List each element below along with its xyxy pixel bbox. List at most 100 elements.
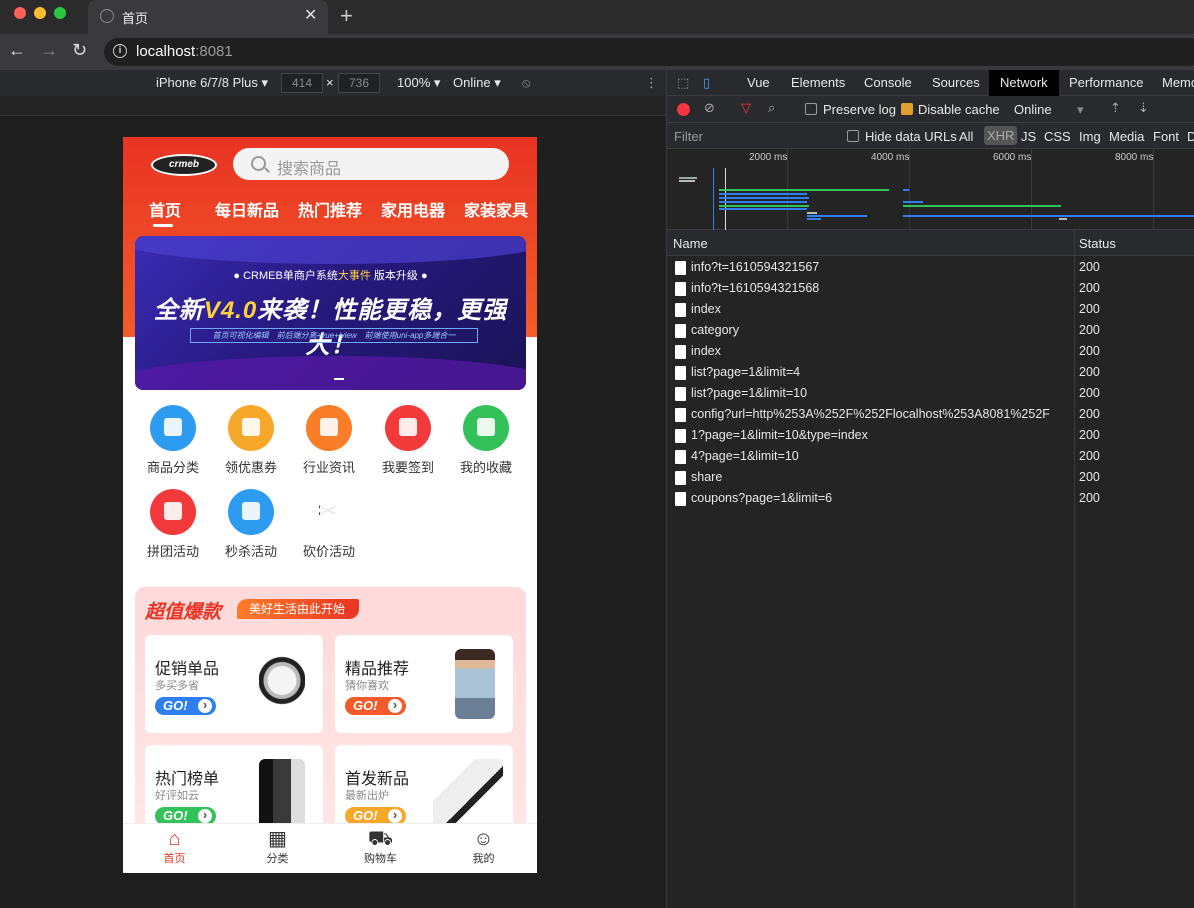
filter-input[interactable]: Filter <box>674 129 834 147</box>
tab-vue[interactable]: Vue <box>747 75 770 90</box>
tab-console[interactable]: Console <box>864 75 912 90</box>
network-timeline[interactable]: 2000 ms 4000 ms 6000 ms 8000 ms <box>667 149 1194 230</box>
card-subtitle: 猜你喜欢 <box>345 680 389 692</box>
filter-icon[interactable]: ▽ <box>741 100 751 116</box>
preserve-log-checkbox[interactable] <box>805 103 817 115</box>
table-row[interactable]: index 200 <box>667 341 1194 362</box>
column-status-header[interactable]: Status <box>1079 236 1116 251</box>
export-icon[interactable]: ⇣ <box>1138 100 1149 116</box>
maximize-window-button[interactable] <box>54 7 66 19</box>
table-row[interactable]: share 200 <box>667 467 1194 488</box>
tab-memory[interactable]: Memo <box>1162 75 1194 90</box>
banner-indicator <box>334 378 344 380</box>
type-all[interactable]: All <box>959 129 973 144</box>
table-row[interactable]: list?page=1&limit=10 200 <box>667 383 1194 404</box>
device-select[interactable]: iPhone 6/7/8 Plus ▾ <box>156 75 268 91</box>
more-options-icon[interactable]: ⋮ <box>645 75 658 91</box>
height-input[interactable]: 736 <box>338 73 380 93</box>
nav-tab-furniture[interactable]: 家装家具 <box>464 197 528 221</box>
record-icon[interactable] <box>677 103 690 116</box>
table-row[interactable]: index 200 <box>667 299 1194 320</box>
network-throttle-select[interactable]: Online ▾ <box>453 75 501 91</box>
tabbar-cart[interactable]: ⛟ 购物车 <box>329 824 432 866</box>
menu-coupons[interactable]: 领优惠券 <box>216 405 286 476</box>
device-toggle-icon[interactable]: ▯ <box>703 75 710 91</box>
promo-title: 超值爆款 <box>145 602 222 623</box>
type-doc[interactable]: D <box>1187 129 1194 144</box>
banner[interactable]: ● CRMEB单商户系统大事件 版本升级 ● 全新V4.0来袭！性能更稳，更强大… <box>135 236 526 390</box>
menu-category[interactable]: 商品分类 <box>138 405 208 476</box>
disable-cache-checkbox[interactable] <box>901 103 913 115</box>
new-tab-button[interactable]: + <box>340 3 353 29</box>
table-row[interactable]: 1?page=1&limit=10&type=index 200 <box>667 425 1194 446</box>
menu-group-buy[interactable]: 拼团活动 <box>138 489 208 560</box>
user-icon: ☺ <box>473 828 494 850</box>
zoom-select[interactable]: 100% ▾ <box>397 75 440 91</box>
nav-tab-appliances[interactable]: 家用电器 <box>381 197 445 221</box>
inspect-icon[interactable]: ⬚ <box>677 75 689 91</box>
width-input[interactable]: 414 <box>281 73 323 93</box>
menu-bargain[interactable]: ✂ 砍价活动 <box>294 489 364 560</box>
throttle-select[interactable]: Online <box>1014 102 1052 117</box>
nav-tab-hot[interactable]: 热门推荐 <box>298 197 362 221</box>
coupon-icon <box>228 405 274 451</box>
table-row[interactable]: coupons?page=1&limit=6 200 <box>667 488 1194 509</box>
tabbar-home[interactable]: ⌂ 首页 <box>123 824 226 866</box>
type-media[interactable]: Media <box>1109 129 1144 144</box>
browser-tab[interactable]: 首页 ✕ <box>88 0 328 34</box>
column-name-header[interactable]: Name <box>673 236 708 251</box>
table-row[interactable]: config?url=http%253A%252F%252Flocalhost%… <box>667 404 1194 425</box>
close-window-button[interactable] <box>14 7 26 19</box>
promo-card-recommend[interactable]: 精品推荐 猜你喜欢 GO! <box>335 635 513 733</box>
request-status: 200 <box>1079 260 1100 274</box>
hide-data-urls-checkbox[interactable] <box>847 130 859 142</box>
nav-tab-new[interactable]: 每日新品 <box>215 197 279 221</box>
tab-elements[interactable]: Elements <box>791 75 845 90</box>
document-icon <box>675 282 686 296</box>
globe-icon <box>100 9 114 23</box>
type-font[interactable]: Font <box>1153 129 1179 144</box>
info-icon[interactable]: i <box>113 44 127 58</box>
url-input[interactable]: i localhost:8081 <box>104 38 1194 66</box>
tabbar-label: 购物车 <box>364 853 397 865</box>
menu-favorites[interactable]: 我的收藏 <box>451 405 521 476</box>
rotate-icon[interactable]: ⦸ <box>522 75 530 91</box>
tab-network[interactable]: Network <box>1000 75 1048 90</box>
nav-tab-home[interactable]: 首页 <box>149 197 181 221</box>
type-css[interactable]: CSS <box>1044 129 1071 144</box>
tab-performance[interactable]: Performance <box>1069 75 1143 90</box>
forward-button[interactable]: → <box>40 40 58 61</box>
back-button[interactable]: ← <box>8 40 26 61</box>
go-button[interactable]: GO! <box>345 697 406 715</box>
minimize-window-button[interactable] <box>34 7 46 19</box>
menu-signin[interactable]: 我要签到 <box>373 405 443 476</box>
request-status: 200 <box>1079 344 1100 358</box>
reload-button[interactable]: ↻ <box>72 40 87 61</box>
menu-flash-sale[interactable]: 秒杀活动 <box>216 489 286 560</box>
type-img[interactable]: Img <box>1079 129 1101 144</box>
table-row[interactable]: category 200 <box>667 320 1194 341</box>
document-icon <box>675 303 686 317</box>
search-icon <box>251 156 266 171</box>
watch-image <box>259 649 305 719</box>
chevron-down-icon[interactable]: ▾ <box>1077 102 1084 118</box>
app-logo[interactable]: crmeb <box>151 154 217 176</box>
import-icon[interactable]: ⇡ <box>1110 100 1121 116</box>
table-row[interactable]: info?t=1610594321568 200 <box>667 278 1194 299</box>
search-icon[interactable]: ⌕ <box>768 100 775 116</box>
table-row[interactable]: 4?page=1&limit=10 200 <box>667 446 1194 467</box>
table-row[interactable]: list?page=1&limit=4 200 <box>667 362 1194 383</box>
tab-sources[interactable]: Sources <box>932 75 980 90</box>
menu-news[interactable]: 行业资讯 <box>294 405 364 476</box>
table-row[interactable]: info?t=1610594321567 200 <box>667 257 1194 278</box>
close-tab-icon[interactable]: ✕ <box>304 5 317 25</box>
promo-card-sale[interactable]: 促销单品 多买多省 GO! <box>145 635 323 733</box>
type-xhr[interactable]: XHR <box>984 126 1018 145</box>
clear-icon[interactable]: ⊘ <box>704 100 715 116</box>
type-js[interactable]: JS <box>1021 129 1036 144</box>
devtools-tabs: ⬚ ▯ Vue Elements Console Sources Network… <box>667 70 1194 96</box>
go-button[interactable]: GO! <box>155 697 216 715</box>
search-input[interactable]: 搜索商品 <box>233 148 509 180</box>
tabbar-me[interactable]: ☺ 我的 <box>432 824 535 866</box>
tabbar-category[interactable]: ▦ 分类 <box>226 824 329 866</box>
